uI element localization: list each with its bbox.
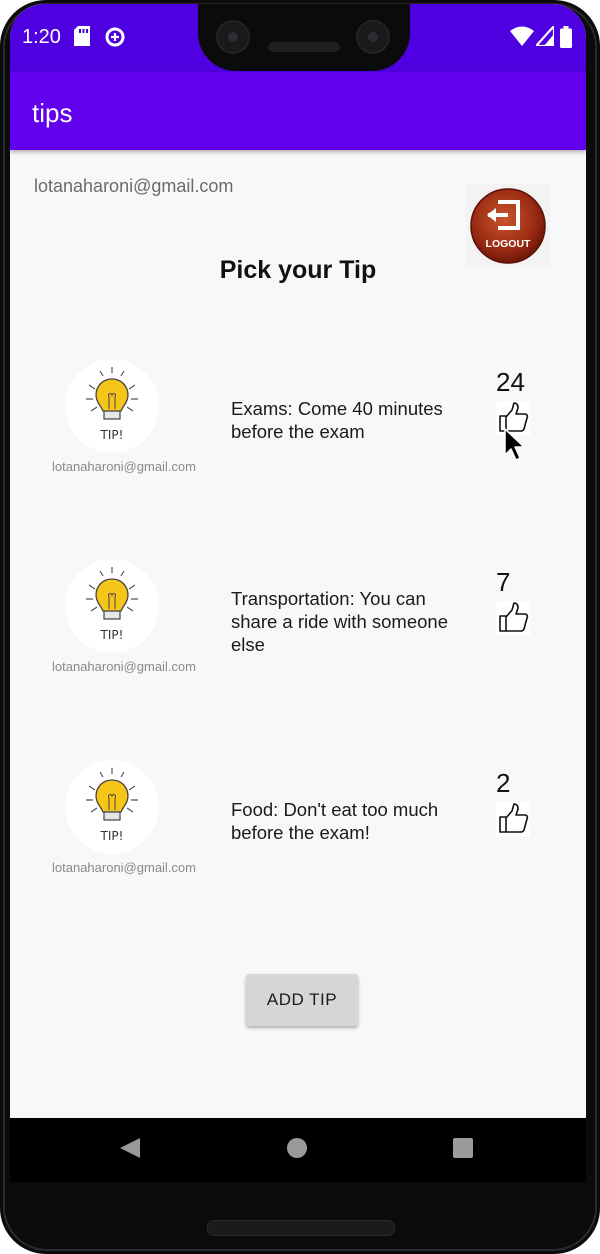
navigation-bar [10, 1118, 586, 1182]
mouse-cursor-icon [504, 428, 526, 467]
app-bar: tips [10, 72, 586, 150]
tip-image-label: TIP! [100, 829, 124, 843]
app-title: tips [32, 98, 73, 128]
front-camera-left [216, 20, 250, 54]
tip-image: TIP! [65, 760, 159, 854]
like-button[interactable] [496, 601, 530, 635]
tip-author: lotanaharoni@gmail.com [52, 659, 196, 674]
like-count: 2 [496, 768, 511, 798]
tip-row: TIP! lotanaharoni@gmail.com Food: Don't … [10, 760, 586, 880]
tip-image-label: TIP! [100, 628, 124, 642]
data-saver-icon [104, 26, 126, 53]
earpiece-speaker [268, 42, 340, 52]
lightbulb-icon: TIP! [86, 367, 138, 442]
page-heading: Pick your Tip [219, 256, 377, 284]
back-icon[interactable] [118, 1136, 142, 1165]
wifi-icon [510, 26, 534, 51]
tip-text: Exams: Come 40 minutes before the exam [231, 398, 443, 442]
tip-text: Transportation: You can share a ride wit… [231, 588, 448, 655]
logout-label: LOGOUT [486, 238, 531, 250]
lightbulb-icon: TIP! [86, 567, 138, 642]
thumbs-up-icon [499, 602, 529, 632]
like-count: 24 [496, 367, 525, 397]
bottom-speaker [207, 1220, 395, 1236]
tip-row: TIP! lotanaharoni@gmail.com Transportati… [10, 559, 586, 679]
recents-icon[interactable] [452, 1136, 474, 1165]
tip-text: Food: Don't eat too much before the exam… [231, 799, 439, 843]
lightbulb-icon: TIP! [86, 768, 138, 843]
sd-card-icon [74, 26, 90, 51]
tip-image: TIP! [65, 359, 159, 453]
like-button[interactable] [496, 802, 530, 836]
status-time: 1:20 [22, 26, 61, 48]
status-bar: 1:20 [10, 4, 586, 72]
tip-image-label: TIP! [100, 428, 124, 442]
front-camera-right [356, 20, 390, 54]
phone-frame: 1:20 tips lotanaharoni@gmail.com LOGOUT … [0, 0, 600, 1254]
screen: 1:20 tips lotanaharoni@gmail.com LOGOUT … [10, 4, 586, 1182]
add-tip-button[interactable]: ADD TIP [246, 974, 358, 1026]
home-icon[interactable] [286, 1136, 308, 1165]
like-count: 7 [496, 567, 511, 597]
user-email: lotanaharoni@gmail.com [34, 176, 234, 196]
battery-icon [560, 26, 572, 53]
tip-author: lotanaharoni@gmail.com [52, 459, 196, 474]
tip-author: lotanaharoni@gmail.com [52, 860, 196, 875]
tip-image: TIP! [65, 559, 159, 653]
tip-row: TIP! lotanaharoni@gmail.com Exams: Come … [10, 359, 586, 479]
camera-notch [198, 4, 410, 71]
signal-icon [533, 23, 556, 51]
thumbs-up-icon [499, 803, 529, 833]
